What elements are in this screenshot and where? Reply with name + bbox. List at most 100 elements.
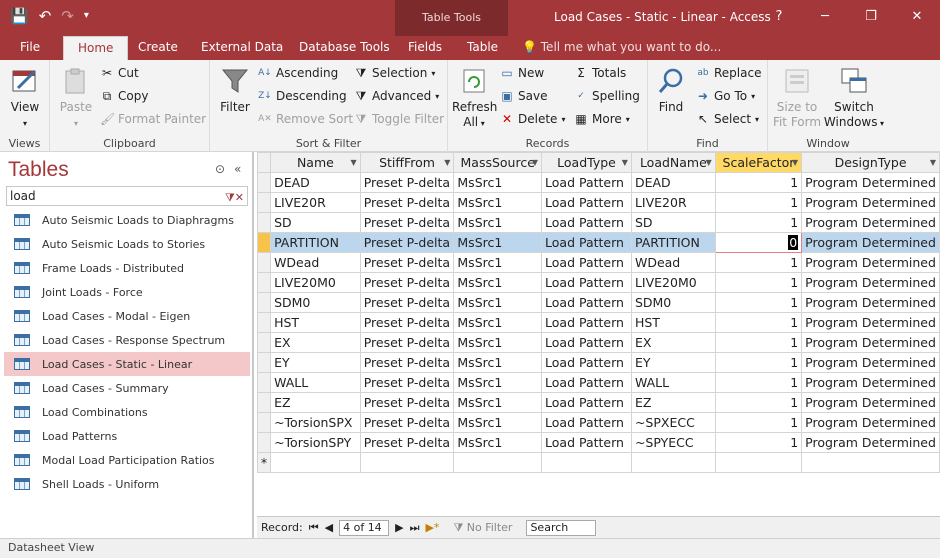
table-cell[interactable] — [630, 452, 716, 473]
tab-create[interactable]: Create — [138, 36, 178, 60]
table-cell[interactable]: 1 — [714, 272, 803, 293]
table-row[interactable]: PARTITION Preset P-delta MsSrc1 Load Patter… — [257, 232, 940, 253]
nav-table-item[interactable]: Load Cases - Static - Linear — [4, 352, 250, 376]
save-icon[interactable]: 💾 — [10, 6, 29, 26]
redo-icon[interactable]: ↷ — [61, 6, 74, 26]
table-cell[interactable]: EZ — [270, 392, 361, 413]
table-cell[interactable]: MsSrc1 — [453, 232, 543, 253]
column-header[interactable]: LoadType ▼ — [541, 152, 632, 173]
table-cell[interactable]: Load Pattern — [541, 372, 632, 393]
column-dropdown-icon[interactable]: ▼ — [532, 158, 538, 167]
table-cell[interactable]: Preset P-delta — [359, 272, 455, 293]
record-search-input[interactable]: Search — [526, 519, 597, 536]
copy-button[interactable]: ⧉ Copy — [100, 89, 149, 103]
column-dropdown-icon[interactable]: ▼ — [622, 158, 628, 167]
record-selector[interactable] — [257, 192, 272, 213]
table-row[interactable]: EY Preset P-delta MsSrc1 Load Pattern EY 1 Pro… — [257, 352, 940, 373]
table-cell[interactable]: Preset P-delta — [359, 352, 455, 373]
record-selector[interactable] — [257, 212, 272, 233]
previous-record-button[interactable]: ◀ — [325, 521, 333, 534]
nav-table-item[interactable]: Joint Loads - Force — [4, 280, 250, 304]
table-cell[interactable]: MsSrc1 — [453, 192, 543, 213]
table-cell[interactable]: Program Determined — [801, 392, 940, 413]
column-dropdown-icon[interactable]: ▼ — [444, 158, 450, 167]
table-cell[interactable]: 0 — [714, 232, 803, 253]
column-header[interactable]: LoadName ▼ — [630, 152, 716, 173]
table-cell[interactable]: Preset P-delta — [359, 412, 455, 433]
table-cell[interactable]: MsSrc1 — [453, 412, 543, 433]
table-cell[interactable]: PARTITION — [270, 232, 361, 253]
record-selector[interactable] — [257, 232, 272, 253]
last-record-button[interactable]: ⏭ — [410, 521, 420, 535]
totals-button[interactable]: Σ Totals — [574, 66, 626, 80]
table-cell[interactable]: DEAD — [630, 172, 716, 193]
tab-external-data[interactable]: External Data — [201, 36, 283, 60]
record-selector[interactable] — [257, 252, 272, 273]
nav-table-item[interactable]: Auto Seismic Loads to Stories — [4, 232, 250, 256]
record-selector[interactable] — [257, 392, 272, 413]
table-cell[interactable]: Program Determined — [801, 232, 940, 253]
table-cell[interactable]: 1 — [714, 172, 803, 193]
nav-table-item[interactable]: Load Cases - Response Spectrum — [4, 328, 250, 352]
tab-home[interactable]: Home — [63, 36, 129, 60]
select-button[interactable]: ↖ Select ▾ — [696, 112, 759, 126]
find-button[interactable]: Find — [654, 66, 688, 115]
table-cell[interactable]: EX — [630, 332, 716, 353]
tell-me-box[interactable]: 💡 Tell me what you want to do... — [522, 36, 721, 60]
table-cell[interactable]: EY — [630, 352, 716, 373]
table-row[interactable]: LIVE20R Preset P-delta MsSrc1 Load Pattern L… — [257, 192, 940, 213]
table-cell[interactable]: 1 — [714, 332, 803, 353]
table-cell[interactable]: Program Determined — [801, 372, 940, 393]
table-cell[interactable]: Preset P-delta — [359, 432, 455, 453]
table-cell[interactable]: ~TorsionSPY — [270, 432, 361, 453]
table-cell[interactable]: Preset P-delta — [359, 232, 455, 253]
record-selector[interactable] — [257, 412, 272, 433]
table-cell[interactable]: 1 — [714, 352, 803, 373]
table-cell[interactable]: Load Pattern — [541, 332, 632, 353]
table-cell[interactable]: SDM0 — [630, 292, 716, 313]
nav-table-item[interactable]: Auto Seismic Loads to Diaphragms — [4, 208, 250, 232]
table-row[interactable]: HST Preset P-delta MsSrc1 Load Pattern HST 1 P… — [257, 312, 940, 333]
restore-button[interactable]: ❐ — [848, 0, 894, 32]
table-cell[interactable]: MsSrc1 — [453, 212, 543, 233]
column-header[interactable]: StiffFrom ▼ — [359, 152, 455, 173]
table-cell[interactable]: Load Pattern — [541, 392, 632, 413]
nav-search-input[interactable]: load ⧩✕ — [6, 186, 248, 206]
table-cell[interactable]: SDM0 — [270, 292, 361, 313]
column-header[interactable]: ScaleFactor ▼ — [714, 152, 803, 173]
new-record-row[interactable]: * — [257, 452, 940, 473]
table-cell[interactable]: ~SPYECC — [630, 432, 716, 453]
table-cell[interactable]: MsSrc1 — [453, 172, 543, 193]
nav-table-item[interactable]: Load Cases - Modal - Eigen — [4, 304, 250, 328]
help-button[interactable]: ? — [756, 0, 802, 32]
table-cell[interactable] — [541, 452, 632, 473]
table-cell[interactable]: 1 — [714, 312, 803, 333]
table-cell[interactable]: 1 — [714, 292, 803, 313]
record-selector[interactable] — [257, 172, 272, 193]
tab-file[interactable]: File — [20, 36, 40, 60]
remove-sort-button[interactable]: A✕ Remove Sort — [258, 112, 353, 126]
spelling-button[interactable]: ✓ Spelling — [574, 89, 640, 103]
table-row[interactable]: SDM0 Preset P-delta MsSrc1 Load Pattern SDM0… — [257, 292, 940, 313]
table-cell[interactable]: Preset P-delta — [359, 252, 455, 273]
advanced-button[interactable]: ⧩ Advanced ▾ — [354, 89, 440, 103]
first-record-button[interactable]: ⏮ — [309, 521, 319, 535]
table-cell[interactable]: LIVE20M0 — [630, 272, 716, 293]
ascending-button[interactable]: A↓ Ascending — [258, 66, 338, 80]
table-cell[interactable]: WALL — [630, 372, 716, 393]
column-dropdown-icon[interactable]: ▼ — [351, 158, 357, 167]
table-cell[interactable]: 1 — [714, 432, 803, 453]
table-cell[interactable]: Program Determined — [801, 272, 940, 293]
table-cell[interactable]: Program Determined — [801, 192, 940, 213]
table-cell[interactable]: 1 — [714, 392, 803, 413]
table-cell[interactable]: Preset P-delta — [359, 332, 455, 353]
record-selector[interactable] — [257, 292, 272, 313]
table-cell[interactable]: 1 — [714, 412, 803, 433]
record-selector[interactable] — [257, 332, 272, 353]
table-cell[interactable]: Load Pattern — [541, 252, 632, 273]
goto-button[interactable]: ➜ Go To ▾ — [696, 89, 755, 103]
delete-record-button[interactable]: ✕ Delete ▾ — [500, 112, 565, 126]
table-cell[interactable] — [714, 452, 803, 473]
table-cell[interactable]: Preset P-delta — [359, 312, 455, 333]
refresh-all-button[interactable]: Refresh All ▾ — [452, 66, 497, 131]
